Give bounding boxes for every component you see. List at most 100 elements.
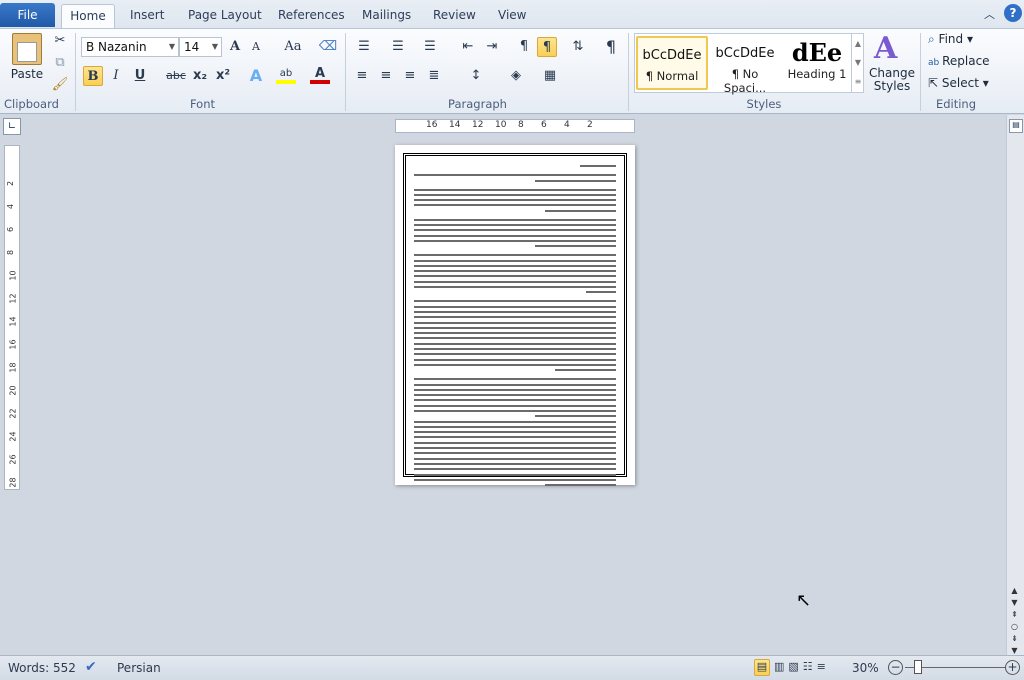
view-buttons[interactable]: ▥▧☷≡ (774, 660, 830, 673)
ruler-label: 4 (6, 203, 16, 210)
align-right-icon[interactable]: ≡ (400, 66, 420, 86)
text-line (414, 193, 616, 196)
zoom-in-icon[interactable]: + (1005, 660, 1020, 675)
divider (628, 33, 629, 111)
text-line (414, 378, 616, 381)
ruler-label: 18 (8, 362, 18, 373)
superscript-button[interactable]: x² (213, 66, 233, 86)
borders-icon[interactable]: ▦ (540, 66, 560, 86)
bold-button[interactable]: B (83, 66, 103, 86)
text-line (414, 188, 616, 191)
text-line (414, 447, 616, 450)
tab-view[interactable]: View (490, 4, 534, 28)
group-label-styles: Styles (746, 97, 782, 111)
font-name-combo[interactable]: B Nazanin ▼ (81, 37, 179, 57)
replace-button[interactable]: ab Replace (928, 54, 990, 68)
format-painter-icon[interactable]: 🖌 (50, 75, 70, 95)
paste-button[interactable]: Paste (8, 67, 46, 81)
style-label: Heading 1 (787, 67, 847, 81)
select-button[interactable]: ⇱ Select ▾ (928, 76, 989, 90)
help-icon[interactable]: ? (1004, 4, 1022, 22)
horizontal-ruler[interactable]: 16 14 12 10 8 6 4 2 (395, 119, 635, 133)
subscript-button[interactable]: x₂ (190, 66, 210, 86)
change-case-icon[interactable]: Aa (280, 37, 306, 57)
find-label: Find (938, 32, 964, 46)
ruler-label: 14 (449, 120, 461, 130)
print-layout-icon[interactable]: ▤ (754, 659, 770, 676)
text-line (414, 441, 616, 444)
ruler-label: 12 (472, 120, 484, 130)
text-line (414, 358, 616, 361)
text-line (414, 204, 616, 207)
text-line (414, 452, 616, 455)
tab-mailings[interactable]: Mailings (354, 4, 419, 28)
text-line (414, 399, 616, 402)
change-styles-icon[interactable]: A (874, 31, 897, 66)
text-line (414, 300, 616, 303)
font-size-combo[interactable]: 14 ▼ (179, 37, 222, 57)
italic-button[interactable]: I (106, 66, 126, 86)
zoom-slider-thumb[interactable] (914, 660, 922, 674)
increase-indent-icon[interactable]: ⇥ (482, 37, 502, 57)
proofing-icon[interactable]: ✔ (85, 659, 97, 675)
text-line (414, 457, 616, 460)
sort-icon[interactable]: ⇅ (568, 37, 588, 57)
find-button[interactable]: ⌕ Find ▾ (928, 32, 973, 47)
paste-icon[interactable] (12, 33, 42, 65)
tab-selector[interactable]: ∟ (3, 118, 21, 135)
rtl-button[interactable]: ¶ (537, 37, 557, 57)
justify-icon[interactable]: ≣ (424, 66, 444, 86)
font-color-icon[interactable]: A (310, 64, 330, 84)
shrink-font-icon[interactable]: A (246, 37, 266, 57)
strikethrough-button[interactable]: abc (164, 66, 188, 86)
tab-references[interactable]: References (270, 4, 353, 28)
minimize-ribbon-icon[interactable]: ︿ (984, 6, 995, 22)
show-marks-icon[interactable]: ¶ (601, 37, 621, 57)
copy-icon[interactable]: ⧉ (50, 53, 70, 73)
style-heading-1[interactable]: dEe Heading 1 (781, 36, 853, 90)
bullets-icon[interactable]: ☰ (354, 37, 374, 57)
text-line (414, 478, 616, 481)
align-left-icon[interactable]: ≡ (352, 66, 372, 86)
group-label-editing: Editing (935, 97, 977, 111)
ruler-label: 28 (8, 477, 18, 488)
line-spacing-icon[interactable]: ↕ (466, 66, 486, 86)
divider (920, 33, 921, 111)
tab-insert[interactable]: Insert (122, 4, 172, 28)
zoom-level[interactable]: 30% (852, 661, 879, 675)
multilevel-list-icon[interactable]: ☰ (420, 37, 440, 57)
text-effects-icon[interactable]: A (246, 66, 266, 86)
underline-button[interactable]: U (130, 66, 150, 86)
shading-icon[interactable]: ◈ (506, 66, 526, 86)
ruler-label: 26 (8, 454, 18, 465)
tab-file[interactable]: File (0, 3, 55, 27)
document-page[interactable] (395, 145, 635, 487)
ribbon-tabs: File Home Insert Page Layout References … (0, 0, 1024, 28)
clear-formatting-icon[interactable]: ⌫ (318, 37, 338, 57)
vertical-ruler[interactable]: 2 4 6 8 10 12 14 16 18 20 22 24 26 28 (4, 145, 20, 490)
decrease-indent-icon[interactable]: ⇤ (458, 37, 478, 57)
word-count[interactable]: Words: 552 (8, 661, 76, 675)
scroll-nav-buttons[interactable]: ▲ ▼ ⇞ ○ ⇟ ▼ (1011, 585, 1018, 657)
view-ruler-icon[interactable]: ▤ (1009, 119, 1023, 133)
zoom-out-icon[interactable]: − (888, 660, 903, 675)
ltr-icon[interactable]: ¶ (514, 37, 534, 57)
style-no-spacing[interactable]: bCcDdEe ¶ No Spaci... (709, 36, 781, 95)
tab-home[interactable]: Home (61, 4, 115, 28)
vertical-scrollbar[interactable]: ▤ ▲ ▼ ⇞ ○ ⇟ ▼ (1006, 115, 1024, 655)
change-styles-button[interactable]: Change Styles (866, 67, 918, 93)
tab-page-layout[interactable]: Page Layout (180, 4, 270, 28)
align-center-icon[interactable]: ≡ (376, 66, 396, 86)
styles-scroll[interactable]: ▲ ▼ ≡ (851, 34, 864, 92)
ruler-label: 14 (8, 316, 18, 327)
tab-review[interactable]: Review (425, 4, 484, 28)
highlight-icon[interactable]: ab (276, 64, 296, 84)
style-normal[interactable]: bCcDdEe ¶ Normal (636, 36, 708, 90)
replace-icon: ab (928, 58, 943, 68)
grow-font-icon[interactable]: A (225, 37, 245, 57)
language[interactable]: Persian (117, 661, 161, 675)
cut-icon[interactable]: ✂ (50, 31, 70, 51)
ruler-label: 6 (6, 226, 16, 233)
text-line (414, 264, 616, 267)
numbering-icon[interactable]: ☰ (388, 37, 408, 57)
